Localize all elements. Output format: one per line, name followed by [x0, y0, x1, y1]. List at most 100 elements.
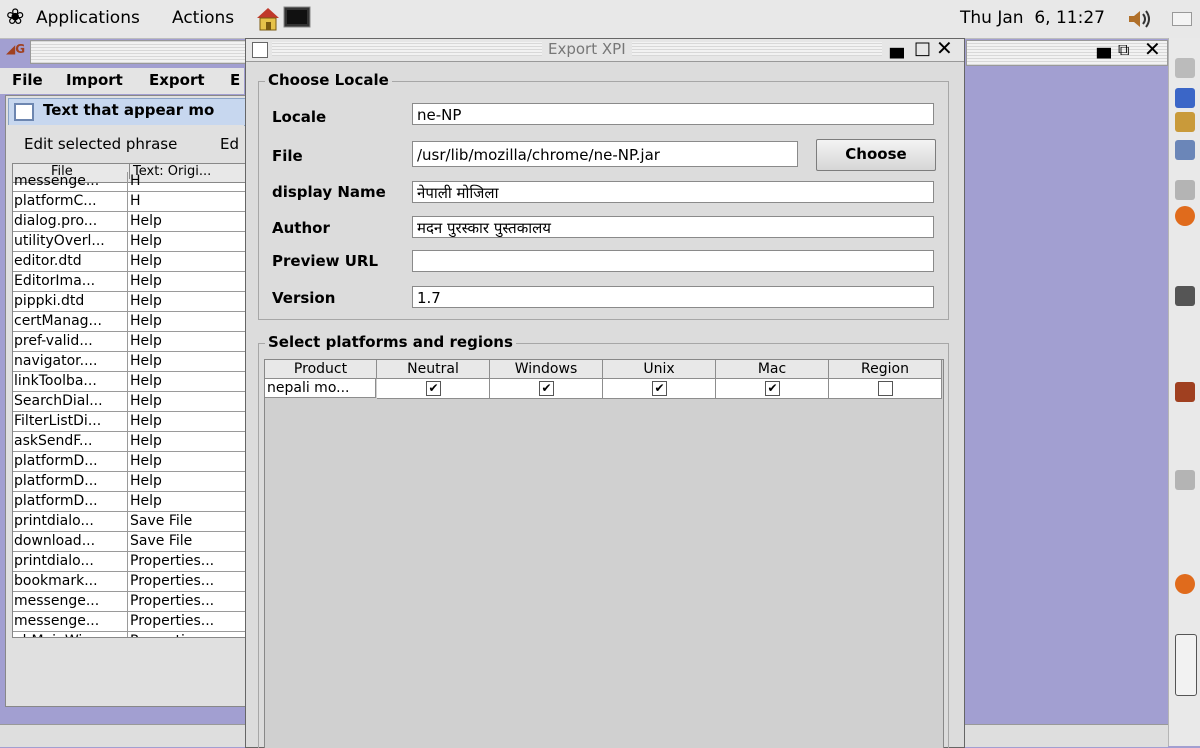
text-cell: Help [127, 412, 240, 431]
windows-checkbox[interactable]: ✔ [539, 381, 554, 396]
file-cell: abMainWi... [14, 632, 124, 637]
table-row[interactable]: dialog.pro... Help [13, 212, 245, 232]
author-field[interactable]: मदन पुरस्कार पुस्तकालय [412, 216, 934, 238]
table-row[interactable]: pippki.dtd Help [13, 292, 245, 312]
neutral-checkbox[interactable]: ✔ [426, 381, 441, 396]
table-row[interactable]: platformC... H [13, 192, 245, 212]
table-row[interactable]: utilityOverl... Help [13, 232, 245, 252]
file-cell: pref-valid... [14, 333, 93, 349]
column-windows[interactable]: Windows [490, 360, 603, 379]
mac-checkbox[interactable]: ✔ [765, 381, 780, 396]
table-row[interactable]: printdialo... Properties... [13, 552, 245, 572]
keyboard-icon[interactable] [1172, 12, 1192, 26]
file-cell: printdialo... [14, 513, 94, 529]
applications-menu[interactable]: Applications [36, 8, 140, 28]
table-row[interactable]: messenge... Properties... [13, 592, 245, 612]
table-row[interactable]: SearchDial... Help [13, 392, 245, 412]
table-row[interactable]: printdialo... Save File [13, 512, 245, 532]
inner-window-titlebar[interactable]: Text that appear mo [8, 98, 246, 126]
gnome-foot-icon[interactable]: ❀ [6, 5, 24, 30]
text-cell: Help [127, 452, 240, 471]
menu-edit[interactable]: E [230, 71, 240, 89]
choose-button[interactable]: Choose [816, 139, 936, 171]
app-task-icon[interactable] [1175, 382, 1195, 402]
text-cell: Help [127, 232, 240, 251]
menu-file[interactable]: File [12, 71, 43, 89]
home-icon[interactable] [255, 6, 281, 32]
file-cell: certManag... [14, 313, 102, 329]
table-row[interactable]: linkToolba... Help [13, 372, 245, 392]
workspace-switcher-icon[interactable] [1175, 634, 1197, 696]
text-cell: Properties... [127, 632, 240, 637]
edit-button-truncated[interactable]: Ed [220, 135, 239, 153]
column-neutral[interactable]: Neutral [377, 360, 490, 379]
back-restore-icon[interactable]: ⧉ [1118, 40, 1129, 60]
unix-checkbox[interactable]: ✔ [652, 381, 667, 396]
network-icon[interactable] [1175, 140, 1195, 160]
terminal-icon[interactable] [283, 6, 311, 30]
tool-icon[interactable] [1175, 112, 1195, 132]
product-cell[interactable]: nepali mo... [265, 379, 376, 398]
menu-export[interactable]: Export [149, 71, 205, 89]
table-row[interactable]: messenge... H [13, 172, 245, 192]
back-window-titlebar[interactable] [30, 40, 246, 64]
file-cell: platformD... [14, 453, 98, 469]
table-row[interactable]: editor.dtd Help [13, 252, 245, 272]
dialog-close-icon[interactable]: ✕ [936, 36, 953, 60]
monitor-icon[interactable] [1175, 286, 1195, 306]
actions-menu[interactable]: Actions [172, 8, 234, 28]
file-cell: pippki.dtd [14, 293, 85, 309]
version-field[interactable]: 1.7 [412, 286, 934, 308]
back-window-titlebar-right[interactable] [966, 40, 1168, 66]
locale-field[interactable]: ne-NP [412, 103, 934, 125]
table-row[interactable]: platformD... Help [13, 452, 245, 472]
column-unix[interactable]: Unix [603, 360, 716, 379]
table-row[interactable]: EditorIma... Help [13, 272, 245, 292]
column-mac[interactable]: Mac [716, 360, 829, 379]
table-row[interactable]: abMainWi...Properties... [13, 632, 245, 637]
table-row[interactable]: pref-valid... Help [13, 332, 245, 352]
neutral-cell: ✔ [377, 379, 490, 399]
file-cell: printdialo... [14, 553, 94, 569]
table-row[interactable]: download... Save File [13, 532, 245, 552]
table-row[interactable]: navigator.... Help [13, 352, 245, 372]
mail-task-icon[interactable] [1175, 470, 1195, 490]
table-row[interactable]: platformD... Help [13, 492, 245, 512]
clock[interactable]: Thu Jan 6, 11:27 [960, 8, 1105, 28]
table-row[interactable]: certManag... Help [13, 312, 245, 332]
back-close-icon[interactable]: ✕ [1144, 37, 1161, 61]
dialog-maximize-icon[interactable]: □ [914, 38, 931, 59]
table-row[interactable]: FilterListDi... Help [13, 412, 245, 432]
table-row[interactable]: askSendF... Help [13, 432, 245, 452]
back-minimize-icon[interactable]: ▄ [1097, 38, 1111, 59]
dialog-minimize-icon[interactable]: ▄ [890, 38, 904, 59]
firefox-icon[interactable] [1175, 206, 1195, 226]
volume-icon[interactable] [1127, 8, 1151, 30]
text-cell: Properties... [127, 572, 240, 591]
file-cell: askSendF... [14, 433, 93, 449]
region-checkbox[interactable] [878, 381, 893, 396]
document-icon[interactable] [1175, 88, 1195, 108]
locale-label: Locale [272, 108, 327, 126]
table-row[interactable]: messenge... Properties... [13, 612, 245, 632]
column-product[interactable]: Product [265, 360, 377, 379]
preview-url-field[interactable] [412, 250, 934, 272]
text-cell: Help [127, 332, 240, 351]
table-row[interactable]: platformD... Help [13, 472, 245, 492]
file-cell: SearchDial... [14, 393, 103, 409]
firefox-task-icon[interactable] [1175, 574, 1195, 594]
edit-selected-phrase-button[interactable]: Edit selected phrase [24, 135, 177, 153]
gnome-foot-icon[interactable] [1175, 58, 1195, 78]
export-xpi-dialog: Export XPI ▄ □ ✕ Choose Locale Locale ne… [245, 36, 965, 748]
table-row[interactable]: bookmark... Properties... [13, 572, 245, 592]
phrase-table[interactable]: File Text: Origi... messenge... Hplatform… [12, 163, 246, 638]
top-panel: ❀ Applications Actions Thu Jan 6, 11:27 [0, 0, 1200, 39]
dialog-titlebar[interactable]: Export XPI ▄ □ ✕ [246, 36, 964, 62]
text-cell: Help [127, 212, 240, 231]
column-region[interactable]: Region [829, 360, 942, 379]
file-field[interactable]: /usr/lib/mozilla/chrome/ne-NP.jar [412, 141, 798, 167]
mail-icon[interactable] [1175, 180, 1195, 200]
menu-import[interactable]: Import [66, 71, 123, 89]
text-cell: Help [127, 492, 240, 511]
display-name-field[interactable]: नेपाली मोजिला [412, 181, 934, 203]
